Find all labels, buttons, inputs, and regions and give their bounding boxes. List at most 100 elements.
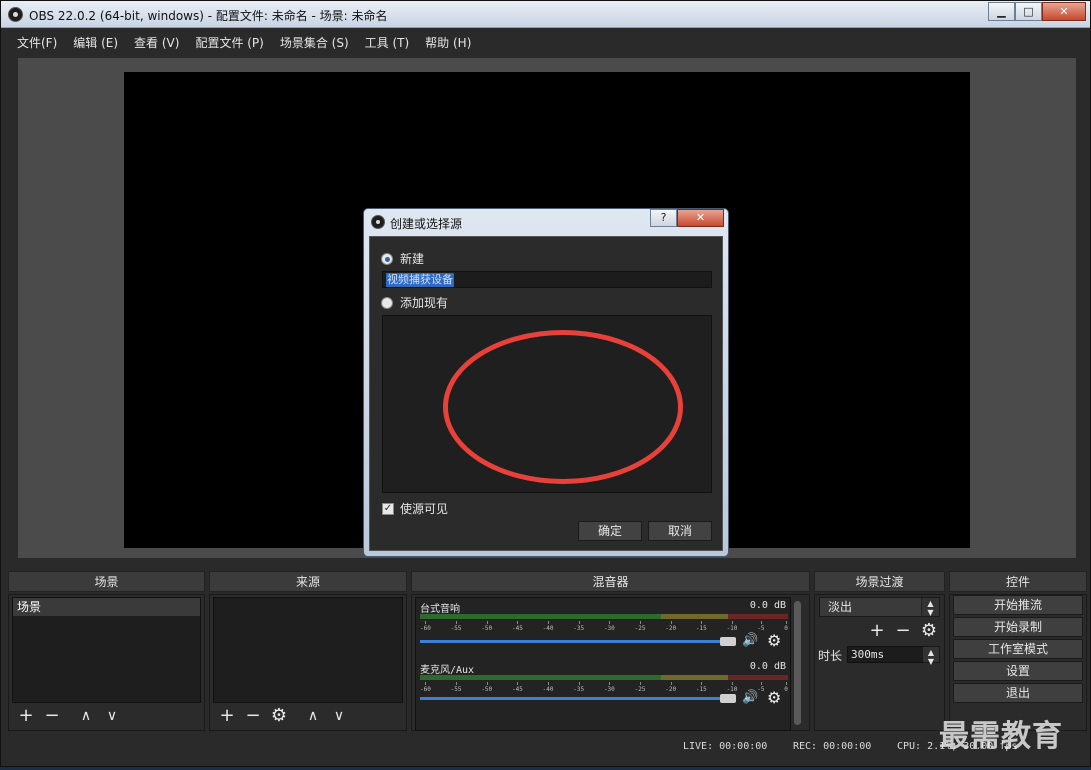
scene-item[interactable]: 场景 — [13, 598, 200, 616]
menu-scene-collection[interactable]: 场景集合 (S) — [272, 29, 357, 54]
tick-label: -40 — [543, 682, 553, 694]
tick-label: -40 — [543, 621, 553, 633]
tick-label: 0 — [784, 621, 788, 633]
volume-meter — [420, 614, 788, 619]
menu-profile[interactable]: 配置文件 (P) — [187, 29, 271, 54]
mixer-channels: 台式音响 0.0 dB -60 -55 -50 -45 -40 -35 -30 … — [415, 597, 791, 731]
tick-label: -30 — [604, 621, 615, 633]
move-up-icon[interactable]: ∧ — [304, 707, 322, 725]
annotation-ellipse — [443, 330, 683, 484]
tick-label: -25 — [635, 682, 645, 694]
window-title: OBS 22.0.2 (64-bit, windows) - 配置文件: 未命名… — [29, 9, 388, 23]
remove-source-icon[interactable]: − — [244, 707, 262, 725]
tick-label: -45 — [512, 682, 523, 694]
create-select-source-dialog: 创建或选择源 ? ✕ 新建 视频捕获设备 添加现有 ✓ 使源可见 确定 取消 — [363, 208, 729, 557]
exit-button[interactable]: 退出 — [953, 683, 1083, 703]
cancel-button[interactable]: 取消 — [648, 521, 712, 541]
scrollbar-thumb[interactable] — [794, 601, 801, 725]
spin-arrows-icon[interactable]: ▲ ▼ — [923, 647, 939, 666]
spin-arrows-icon[interactable]: ▲ ▼ — [921, 598, 939, 617]
add-source-icon[interactable]: + — [218, 707, 236, 725]
scenes-dock: 场景 + − ∧ ∨ — [8, 594, 205, 731]
gear-icon[interactable]: ⚙ — [270, 707, 288, 725]
source-name-input[interactable]: 视频捕获设备 — [382, 271, 712, 288]
volume-slider[interactable] — [420, 697, 730, 700]
add-scene-icon[interactable]: + — [17, 707, 35, 725]
ok-button[interactable]: 确定 — [578, 521, 642, 541]
menu-view[interactable]: 查看 (V) — [126, 29, 187, 54]
tick-label: -5 — [757, 621, 764, 633]
meter-ticks: -60 -55 -50 -45 -40 -35 -30 -25 -20 -15 … — [420, 621, 788, 633]
volume-slider-handle[interactable] — [720, 637, 736, 646]
move-up-icon[interactable]: ∧ — [77, 707, 95, 725]
radio-selected-icon[interactable] — [381, 252, 393, 265]
radio-unselected-icon[interactable] — [381, 296, 393, 309]
dialog-close-button[interactable]: ✕ — [677, 209, 724, 227]
tick-label: -20 — [665, 621, 676, 633]
dialog-title: 创建或选择源 — [390, 217, 463, 231]
settings-button[interactable]: 设置 — [953, 661, 1083, 681]
tick-label: -50 — [481, 621, 492, 633]
menu-file[interactable]: 文件(F) — [9, 29, 65, 54]
create-new-label: 新建 — [400, 252, 425, 266]
channel-name: 麦克风/Aux — [420, 665, 475, 676]
tick-label: -15 — [696, 682, 707, 694]
tick-label: -35 — [573, 682, 584, 694]
start-recording-button[interactable]: 开始录制 — [953, 617, 1083, 637]
volume-slider[interactable] — [420, 640, 730, 643]
menu-help[interactable]: 帮助 (H) — [417, 29, 479, 54]
obs-logo-icon — [371, 215, 385, 229]
obs-logo-icon — [8, 7, 23, 22]
watermark-text: 最需教育 — [939, 719, 1063, 754]
channel-db: 0.0 dB — [749, 600, 786, 611]
volume-slider-handle[interactable] — [720, 694, 736, 703]
dialog-body: 新建 视频捕获设备 添加现有 ✓ 使源可见 确定 取消 — [369, 236, 723, 551]
add-transition-icon[interactable]: + — [868, 622, 886, 640]
remove-transition-icon[interactable]: − — [894, 622, 912, 640]
title-bar: OBS 22.0.2 (64-bit, windows) - 配置文件: 未命名… — [1, 1, 1090, 28]
tick-label: -35 — [573, 621, 584, 633]
minimize-button[interactable]: ▁ — [988, 2, 1015, 21]
sources-dock-title: 来源 — [209, 571, 407, 592]
duration-spinner[interactable]: ▲ ▼ — [923, 646, 940, 666]
close-button[interactable]: ✕ — [1042, 2, 1086, 21]
sources-dock: + − ⚙ ∧ ∨ — [209, 594, 407, 731]
menu-tools[interactable]: 工具 (T) — [357, 29, 418, 54]
tick-label: -15 — [696, 621, 707, 633]
existing-sources-list[interactable] — [382, 315, 712, 493]
tick-label: -10 — [727, 621, 737, 633]
controls-dock-title: 控件 — [949, 571, 1087, 592]
create-new-option[interactable]: 新建 — [381, 250, 424, 267]
sources-toolbar: + − ⚙ ∧ ∨ — [218, 707, 348, 725]
tick-label: -55 — [451, 682, 462, 694]
gear-icon[interactable]: ⚙ — [920, 622, 938, 640]
studio-mode-button[interactable]: 工作室模式 — [953, 639, 1083, 659]
menu-edit[interactable]: 编辑 (E) — [65, 29, 126, 54]
scenes-list[interactable]: 场景 — [12, 597, 201, 703]
gear-icon[interactable]: ⚙ — [767, 633, 783, 649]
transitions-dock-title: 场景过渡 — [814, 571, 945, 592]
mixer-scrollbar[interactable] — [793, 599, 802, 728]
speaker-icon[interactable]: 🔊 — [742, 634, 758, 648]
remove-scene-icon[interactable]: − — [43, 707, 61, 725]
rec-status: REC: 00:00:00 — [793, 741, 872, 752]
start-streaming-button[interactable]: 开始推流 — [953, 595, 1083, 615]
transition-select[interactable]: 淡出 ▲ ▼ — [819, 597, 940, 617]
move-down-icon[interactable]: ∨ — [103, 707, 121, 725]
tick-label: -10 — [727, 682, 737, 694]
gear-icon[interactable]: ⚙ — [767, 690, 783, 706]
scenes-toolbar: + − ∧ ∨ — [17, 707, 121, 725]
tick-label: -55 — [451, 621, 462, 633]
tick-label: -60 — [420, 682, 431, 694]
sources-list[interactable] — [213, 597, 403, 703]
tick-label: -20 — [665, 682, 676, 694]
make-visible-option[interactable]: ✓ 使源可见 — [382, 500, 448, 517]
volume-meter — [420, 675, 788, 680]
help-button[interactable]: ? — [650, 209, 677, 227]
add-existing-option[interactable]: 添加现有 — [381, 294, 448, 311]
maximize-button[interactable]: □ — [1015, 2, 1042, 21]
duration-input[interactable]: 300ms — [847, 646, 925, 663]
speaker-icon[interactable]: 🔊 — [742, 691, 758, 705]
checkbox-checked-icon[interactable]: ✓ — [382, 502, 394, 515]
move-down-icon[interactable]: ∨ — [330, 707, 348, 725]
